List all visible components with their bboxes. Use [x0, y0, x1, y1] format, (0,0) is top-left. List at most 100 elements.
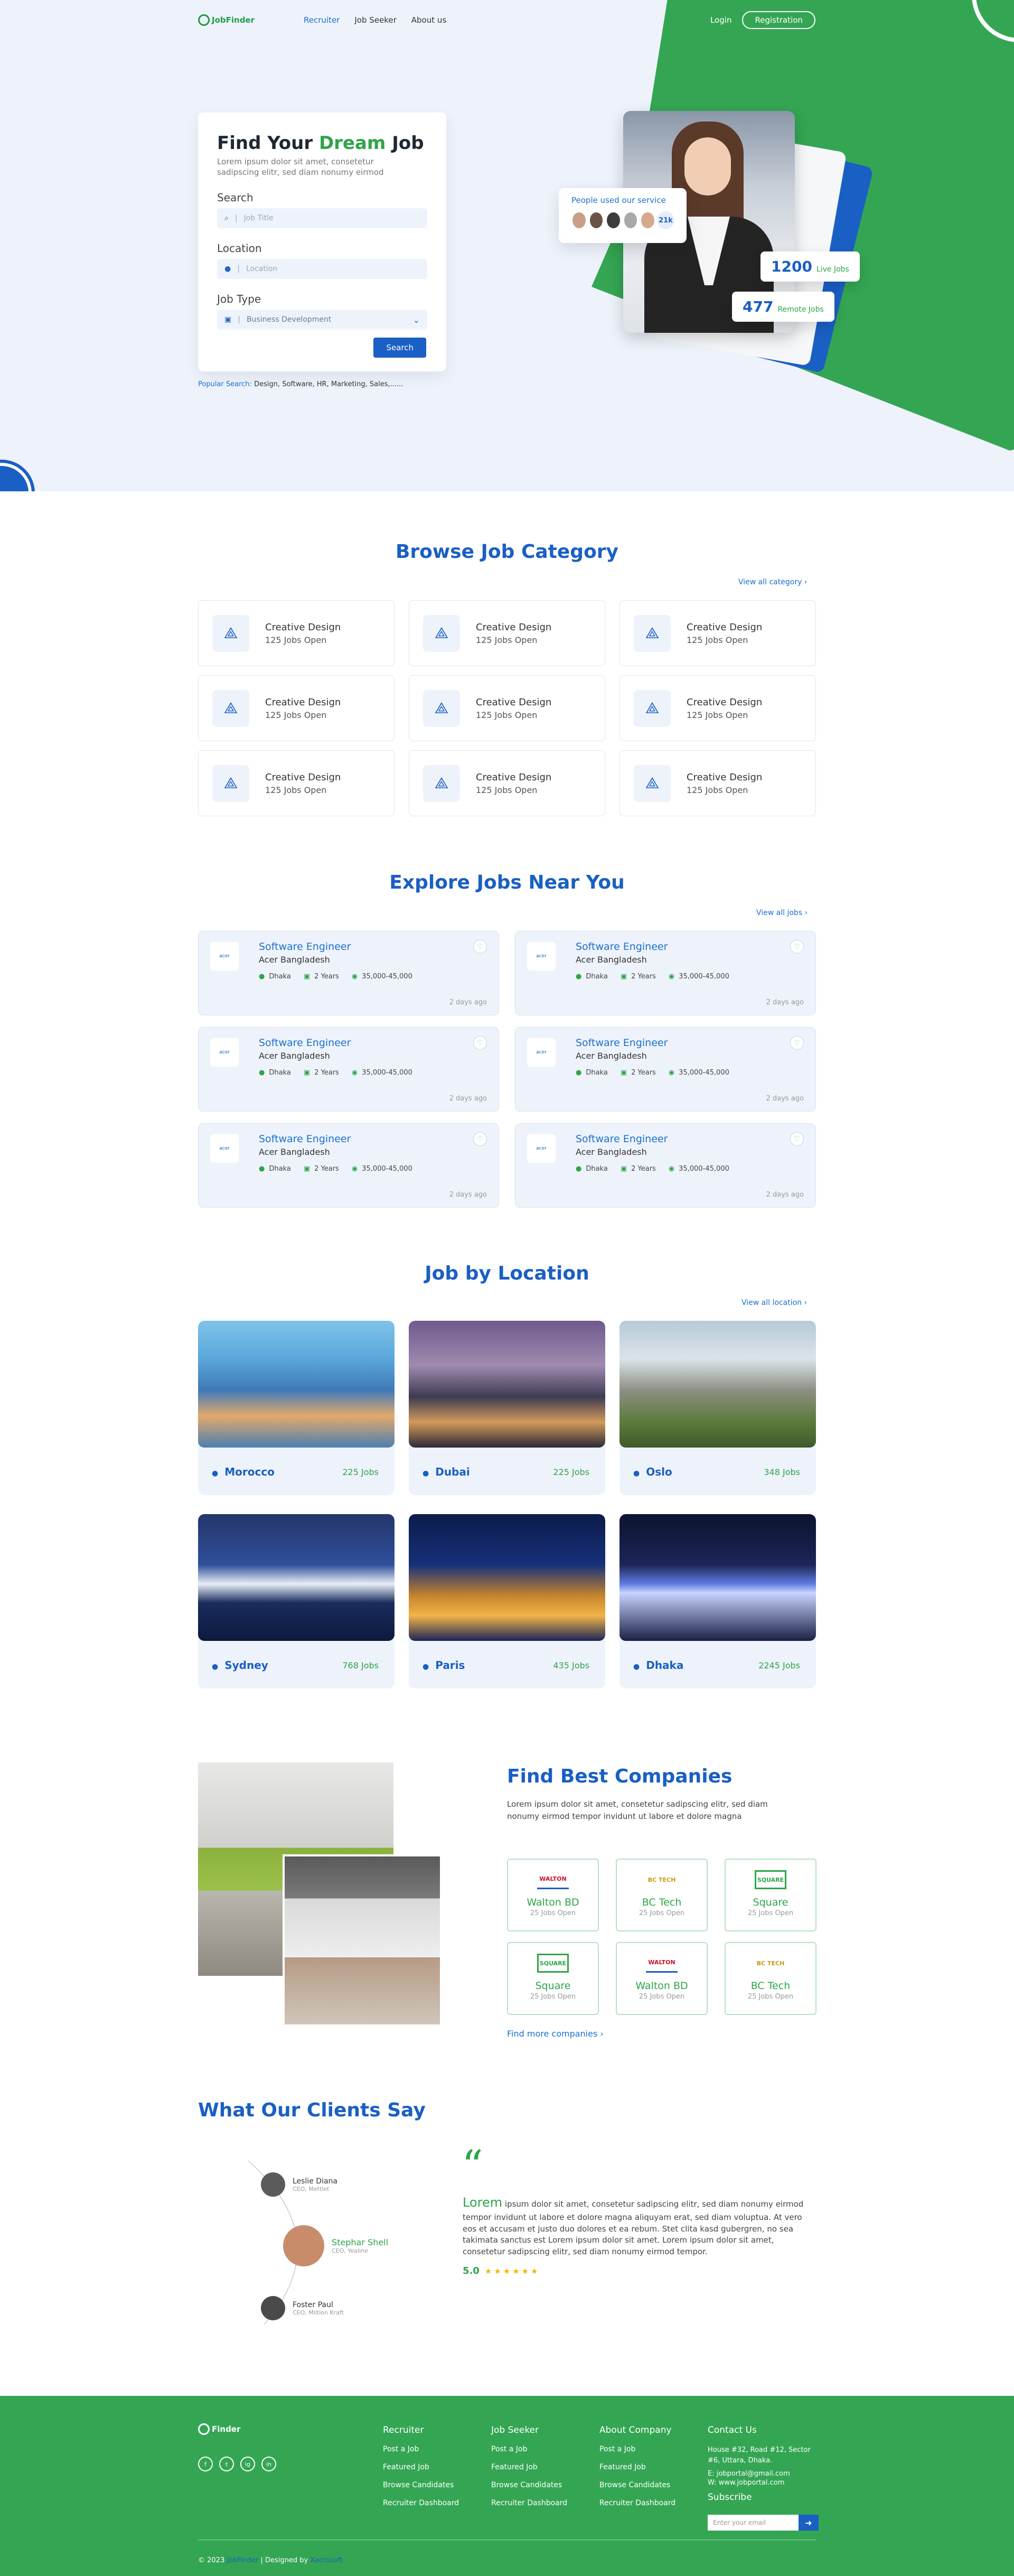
company-logo: WALTON: [646, 1954, 678, 1973]
location-card[interactable]: ● Sydney 768 Jobs: [198, 1514, 395, 1688]
logo[interactable]: JobFinder: [198, 14, 304, 26]
search-button[interactable]: Search: [373, 338, 426, 358]
category-card[interactable]: ⟁ Creative Design 125 Jobs Open: [619, 600, 816, 666]
job-card[interactable]: acer Software Engineer Acer Bangladesh ● Dha…: [198, 1027, 499, 1112]
job-card[interactable]: acer Software Engineer Acer Bangladesh ● Dha…: [198, 1123, 499, 1208]
nav-link-recruiter[interactable]: Recruiter: [304, 15, 340, 25]
job-title[interactable]: Software Engineer: [576, 1037, 668, 1049]
office-photo-2: [283, 1854, 442, 2027]
footer-link[interactable]: Post a Job: [383, 2445, 459, 2453]
footer-link[interactable]: Featured Job: [599, 2463, 675, 2471]
footer-heading: Job Seeker: [491, 2425, 539, 2435]
avatar: [283, 2225, 324, 2266]
nav-link-about[interactable]: About us: [411, 15, 446, 25]
view-all-jobs-link[interactable]: View all jobs ›: [756, 909, 808, 917]
logo-text: JobFinder: [212, 15, 255, 25]
category-card[interactable]: ⟁ Creative Design 125 Jobs Open: [198, 750, 395, 816]
heart-icon[interactable]: ♡: [473, 1036, 487, 1050]
footer-link[interactable]: Featured Job: [383, 2463, 459, 2471]
footer-link[interactable]: Post a Job: [599, 2445, 675, 2453]
location-title: Job by Location: [425, 1263, 589, 1284]
category-count: 125 Jobs Open: [476, 634, 538, 645]
view-all-category-link[interactable]: View all category ›: [738, 578, 807, 586]
job-title[interactable]: Software Engineer: [259, 1037, 351, 1049]
location-name: ● Sydney: [212, 1659, 268, 1672]
location-card[interactable]: ● Oslo 348 Jobs: [619, 1321, 816, 1495]
location-card[interactable]: ● Dubai 225 Jobs: [409, 1321, 605, 1495]
category-card[interactable]: ⟁ Creative Design 125 Jobs Open: [619, 750, 816, 816]
search-input[interactable]: ⌕ | Job Title: [217, 208, 427, 228]
footer-link[interactable]: Post a Job: [491, 2445, 567, 2453]
heart-icon[interactable]: ♡: [790, 1036, 804, 1050]
client-stephar[interactable]: Stephar Shell CEO, Yealine: [283, 2225, 388, 2266]
category-card[interactable]: ⟁ Creative Design 125 Jobs Open: [198, 675, 395, 741]
job-card[interactable]: acer Software Engineer Acer Bangladesh ● Dha…: [515, 1027, 816, 1112]
linkedin-icon[interactable]: in: [261, 2457, 276, 2471]
job-title[interactable]: Software Engineer: [576, 1133, 668, 1145]
company-name: BC Tech: [750, 1980, 791, 1992]
company-card[interactable]: WALTON Walton BD 25 Jobs Open: [616, 1942, 708, 2015]
location-card[interactable]: ● Paris 435 Jobs: [409, 1514, 605, 1688]
client-leslie[interactable]: Leslie Diana CEO, Mettlet: [261, 2172, 337, 2197]
heart-icon[interactable]: ♡: [790, 940, 804, 954]
location-card[interactable]: ● Dhaka 2245 Jobs: [619, 1514, 816, 1688]
top-nav: JobFinder Recruiter Job Seeker About us …: [198, 10, 816, 31]
company-card[interactable]: BC TECH BC Tech 25 Jobs Open: [725, 1942, 816, 2015]
location-jobs: 225 Jobs: [342, 1467, 379, 1477]
chevron-down-icon: ⌄: [412, 314, 420, 325]
facebook-icon[interactable]: f: [198, 2457, 213, 2471]
job-experience: ▣ 2 Years: [620, 1165, 656, 1173]
footer-logo[interactable]: Finder: [198, 2423, 240, 2435]
job-card[interactable]: acer Software Engineer Acer Bangladesh ● Dha…: [198, 931, 499, 1015]
job-title[interactable]: Software Engineer: [576, 941, 668, 953]
twitter-icon[interactable]: t: [219, 2457, 234, 2471]
company-card[interactable]: BC TECH BC Tech 25 Jobs Open: [616, 1859, 708, 1931]
category-card[interactable]: ⟁ Creative Design 125 Jobs Open: [409, 600, 605, 666]
view-all-location-link[interactable]: View all location ›: [741, 1299, 807, 1307]
location-input[interactable]: ● | Location: [217, 259, 427, 279]
client-foster[interactable]: Foster Paul CEO, Miltion Kraft: [261, 2296, 344, 2320]
subscribe-email-input[interactable]: Enter your email: [708, 2515, 799, 2531]
footer-link[interactable]: Featured Job: [491, 2463, 567, 2471]
job-card[interactable]: acer Software Engineer Acer Bangladesh ● Dha…: [515, 931, 816, 1015]
login-link[interactable]: Login: [710, 15, 731, 25]
find-more-companies-link[interactable]: Find more companies ›: [507, 2029, 604, 2039]
heart-icon[interactable]: ♡: [790, 1132, 804, 1146]
arrow-right-icon[interactable]: ➜: [799, 2515, 819, 2531]
location-card[interactable]: ● Morocco 225 Jobs: [198, 1321, 395, 1495]
job-card[interactable]: acer Software Engineer Acer Bangladesh ● Dha…: [515, 1123, 816, 1208]
footer-link[interactable]: Recruiter Dashboard: [491, 2499, 567, 2507]
instagram-icon[interactable]: ig: [240, 2457, 255, 2471]
job-title[interactable]: Software Engineer: [259, 1133, 351, 1145]
company-card[interactable]: SQUARE Square 25 Jobs Open: [507, 1942, 599, 2015]
job-salary: ◉ 35,000-45,000: [351, 1165, 412, 1173]
job-title[interactable]: Software Engineer: [259, 941, 351, 953]
category-card[interactable]: ⟁ Creative Design 125 Jobs Open: [409, 675, 605, 741]
footer-link[interactable]: Recruiter Dashboard: [383, 2499, 459, 2507]
registration-button[interactable]: Registration: [742, 11, 815, 29]
popular-search-tags[interactable]: Design, Software, HR, Marketing, Sales,.…: [254, 380, 403, 388]
company-card[interactable]: WALTON Walton BD 25 Jobs Open: [507, 1859, 599, 1931]
heart-icon[interactable]: ♡: [473, 1132, 487, 1146]
company-logo: acer: [210, 942, 239, 970]
people-used-card: People used our service 21k: [559, 188, 687, 243]
category-card[interactable]: ⟁ Creative Design 125 Jobs Open: [198, 600, 395, 666]
footer-link[interactable]: Browse Candidates: [599, 2481, 675, 2489]
footer-link[interactable]: Recruiter Dashboard: [599, 2499, 675, 2507]
nav-link-job-seeker[interactable]: Job Seeker: [354, 15, 396, 25]
heart-icon[interactable]: ♡: [473, 940, 487, 954]
footer-link[interactable]: Browse Candidates: [491, 2481, 567, 2489]
footer-link[interactable]: Browse Candidates: [383, 2481, 459, 2489]
jobtype-select[interactable]: ▣ | Business Development ⌄: [217, 310, 427, 330]
category-count: 125 Jobs Open: [265, 634, 327, 645]
hero-subtitle: Lorem ipsum dolor sit amet, consetetur s…: [217, 157, 384, 177]
category-name: Creative Design: [476, 771, 552, 783]
job-experience: ▣ 2 Years: [303, 1165, 339, 1173]
category-card[interactable]: ⟁ Creative Design 125 Jobs Open: [409, 750, 605, 816]
category-card[interactable]: ⟁ Creative Design 125 Jobs Open: [619, 675, 816, 741]
avatar: [606, 211, 621, 229]
company-logo: BC TECH: [756, 1959, 785, 1967]
company-card[interactable]: SQUARE Square 25 Jobs Open: [725, 1859, 816, 1931]
job-company: Acer Bangladesh: [259, 955, 330, 965]
category-name: Creative Design: [265, 771, 341, 783]
